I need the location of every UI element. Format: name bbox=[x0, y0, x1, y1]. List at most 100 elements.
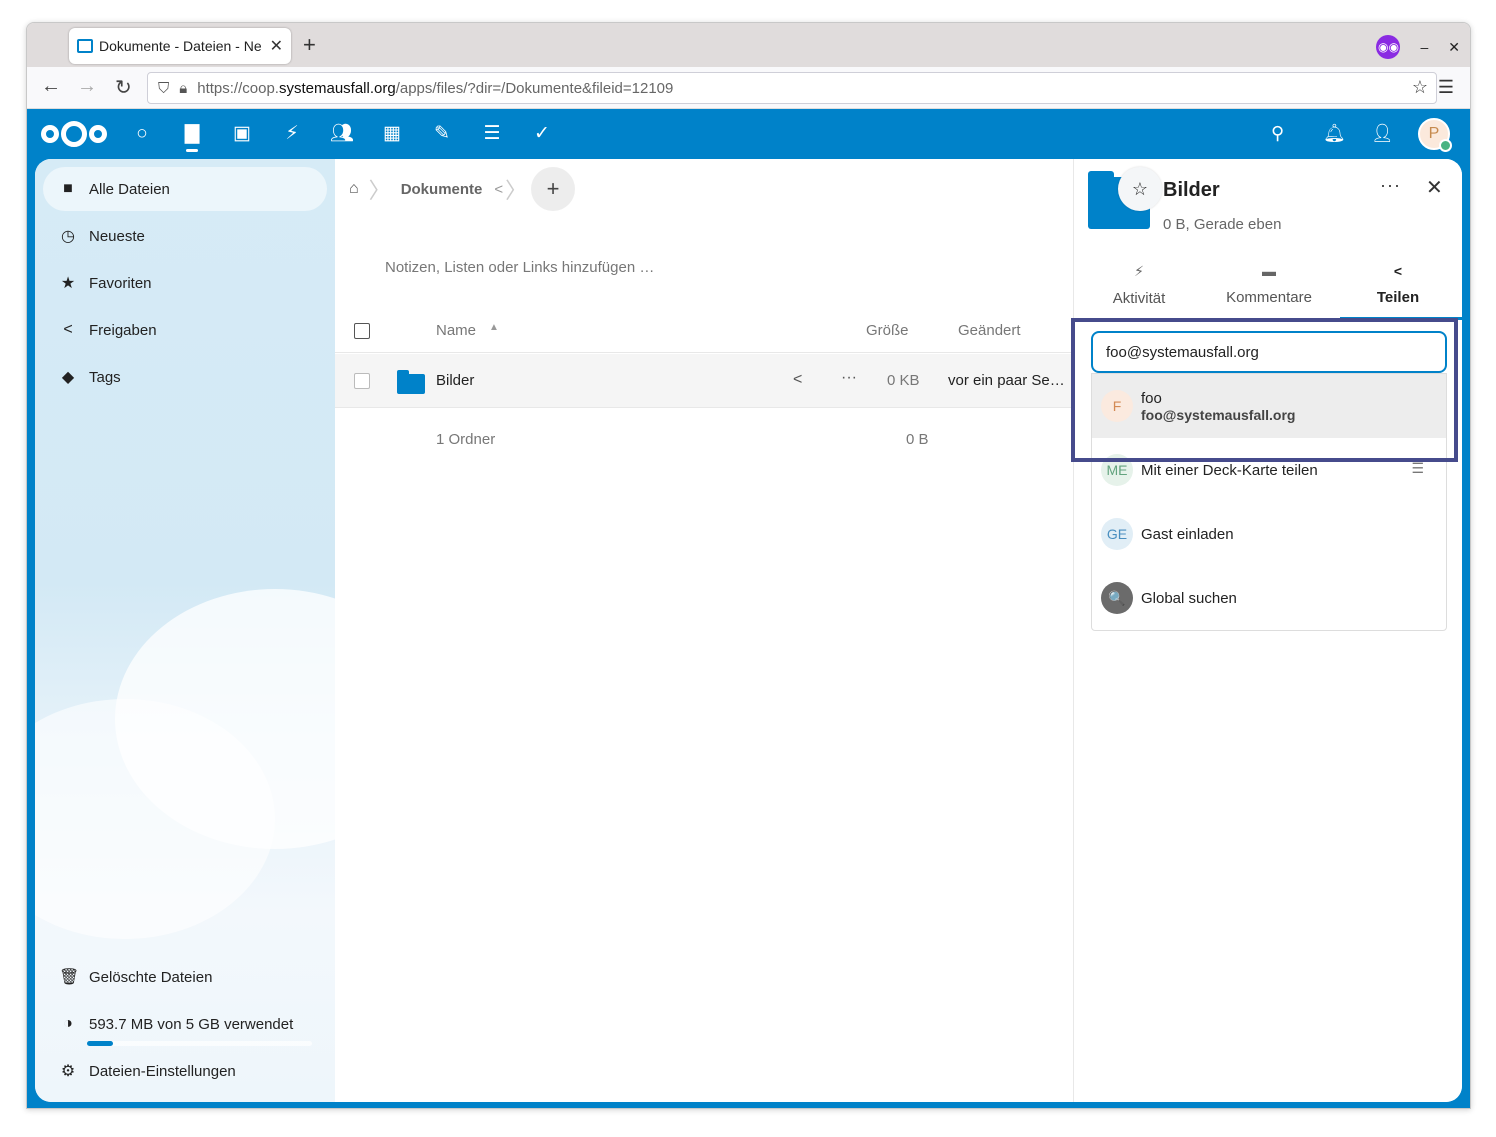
suggestion-label: Global suchen bbox=[1141, 589, 1237, 607]
column-modified[interactable]: Geändert bbox=[958, 322, 1021, 339]
quota-progress-bar bbox=[87, 1041, 312, 1046]
more-actions-icon[interactable]: ··· bbox=[841, 369, 857, 387]
nav-item-tags[interactable]: ◆ Tags bbox=[43, 355, 327, 399]
photos-icon[interactable]: ▣ bbox=[230, 123, 254, 145]
share-icon[interactable]: < bbox=[793, 371, 802, 389]
nav-item-label: Dateien-Einstellungen bbox=[89, 1062, 236, 1080]
summary-count: 1 Ordner bbox=[436, 431, 496, 448]
active-tab-underline bbox=[1340, 317, 1462, 320]
clock-icon: ◷ bbox=[61, 228, 75, 245]
suggestion-user-foo[interactable]: F foo foo@systemausfall.org bbox=[1092, 374, 1446, 438]
tab-label: Teilen bbox=[1376, 289, 1420, 306]
details-subtitle: 0 B, Gerade eben bbox=[1163, 216, 1282, 233]
share-icon[interactable]: < bbox=[494, 181, 503, 198]
contacts-icon[interactable]: 👥︎ bbox=[330, 123, 354, 145]
rich-workspace-placeholder[interactable]: Notizen, Listen oder Links hinzufügen … bbox=[385, 259, 654, 276]
tab-label: Kommentare bbox=[1226, 289, 1312, 306]
breadcrumb-dokumente[interactable]: Dokumente bbox=[401, 181, 483, 198]
share-suggestions-dropdown: F foo foo@systemausfall.org ME Mit einer… bbox=[1091, 373, 1447, 631]
nav-item-label: Tags bbox=[89, 368, 121, 386]
activity-icon: ⚡︎ bbox=[1134, 263, 1144, 279]
reload-icon[interactable]: ↻ bbox=[115, 75, 132, 100]
share-icon: < bbox=[63, 321, 73, 338]
nav-item-files-settings[interactable]: ⚙ Dateien-Einstellungen bbox=[43, 1049, 327, 1093]
new-tab-button[interactable]: + bbox=[303, 33, 316, 57]
contacts-menu-icon[interactable]: 👤︎ bbox=[1371, 123, 1394, 144]
new-file-button[interactable]: + bbox=[531, 167, 575, 211]
tab-activity[interactable]: ⚡︎ Aktivität bbox=[1074, 263, 1204, 307]
nextcloud-favicon-icon bbox=[77, 39, 93, 53]
online-status-icon bbox=[1439, 139, 1452, 152]
quota-item: ◑ 593.7 MB von 5 GB verwendet bbox=[43, 1002, 327, 1046]
suggestion-deck-card[interactable]: ME Mit einer Deck-Karte teilen ☰ bbox=[1092, 438, 1446, 502]
tag-icon: ◆ bbox=[61, 369, 75, 386]
tab-sharing[interactable]: < Teilen bbox=[1333, 263, 1462, 306]
bookmark-star-icon[interactable]: ☆ bbox=[1412, 77, 1428, 98]
calendar-icon[interactable]: ▦ bbox=[380, 123, 404, 145]
nav-item-shares[interactable]: < Freigaben bbox=[43, 308, 327, 352]
quota-pie-icon: ◑ bbox=[63, 1015, 73, 1032]
nav-item-label: Gelöschte Dateien bbox=[89, 968, 213, 986]
dashboard-icon[interactable]: ○ bbox=[130, 123, 154, 145]
suggestion-invite-guest[interactable]: GE Gast einladen bbox=[1092, 502, 1446, 566]
nav-item-recent[interactable]: ◷ Neueste bbox=[43, 214, 327, 258]
deck-avatar: ME bbox=[1101, 454, 1133, 486]
nav-item-label: Favoriten bbox=[89, 274, 152, 292]
share-search-input[interactable]: foo@systemausfall.org bbox=[1091, 331, 1447, 373]
close-sidebar-icon[interactable]: ✕ bbox=[1426, 175, 1443, 200]
search-icon[interactable]: ⚲ bbox=[1271, 123, 1284, 144]
browser-tab[interactable]: Dokumente - Dateien - Ne ✕ bbox=[69, 28, 291, 64]
file-name[interactable]: Bilder bbox=[436, 372, 474, 389]
nav-item-deleted-files[interactable]: 🗑︎ Gelöschte Dateien bbox=[43, 955, 327, 999]
activity-icon[interactable]: ⚡︎ bbox=[280, 123, 304, 145]
suggestion-global-search[interactable]: 🔍 Global suchen bbox=[1092, 566, 1446, 630]
tasks-check-icon[interactable]: ✓ bbox=[530, 123, 554, 145]
user-avatar[interactable]: P bbox=[1418, 118, 1452, 152]
minimize-button[interactable]: – bbox=[1420, 39, 1428, 55]
column-name[interactable]: Name bbox=[436, 322, 476, 339]
column-size[interactable]: Größe bbox=[866, 322, 909, 339]
breadcrumb-separator: 〉 bbox=[505, 178, 528, 203]
close-window-button[interactable]: ✕ bbox=[1448, 39, 1460, 56]
favorite-star-icon[interactable]: ☆ bbox=[1118, 167, 1162, 211]
content-card: ■ Alle Dateien ◷ Neueste ★ Favoriten < F… bbox=[35, 159, 1462, 1102]
tab-strip: Dokumente - Dateien - Ne ✕ + ◉◉ – ✕ bbox=[27, 23, 1470, 67]
file-list-header: Name ▲ Größe Geändert bbox=[335, 309, 1073, 353]
shield-icon: ⛉ bbox=[158, 79, 170, 97]
url-bar[interactable]: ⛉ 🔒︎ https://coop. systemausfall.org/apps… bbox=[147, 72, 1437, 104]
summary-size: 0 B bbox=[906, 431, 929, 448]
folder-icon bbox=[397, 370, 425, 394]
suggestion-label: Mit einer Deck-Karte teilen bbox=[1141, 461, 1318, 479]
back-arrow-icon[interactable]: ← bbox=[41, 75, 61, 98]
quota-progress-fill bbox=[87, 1041, 114, 1046]
nav-item-favorites[interactable]: ★ Favoriten bbox=[43, 261, 327, 305]
notes-pencil-icon[interactable]: ✎ bbox=[430, 123, 454, 145]
deck-icon: ☰ bbox=[1411, 460, 1424, 476]
table-row[interactable]: Bilder < ··· 0 KB vor ein paar Se… bbox=[335, 354, 1073, 408]
tab-title: Dokumente - Dateien - Ne bbox=[99, 38, 262, 54]
tab-close-icon[interactable]: ✕ bbox=[270, 36, 283, 56]
nextcloud-header: ○ ▇ ▣ ⚡︎ 👥︎ ▦ ✎ ☰ ✓ ⚲ 🔔︎ 👤︎ P bbox=[27, 109, 1470, 159]
forward-arrow-icon[interactable]: → bbox=[77, 75, 97, 98]
home-icon[interactable]: ⌂ bbox=[349, 180, 359, 198]
hamburger-menu-icon[interactable]: ☰ bbox=[1438, 77, 1454, 98]
select-all-checkbox[interactable] bbox=[354, 323, 370, 339]
active-app-indicator bbox=[186, 149, 198, 152]
nav-item-label: Freigaben bbox=[89, 321, 157, 339]
nav-item-label: Neueste bbox=[89, 227, 145, 245]
files-app-icon[interactable]: ▇ bbox=[180, 123, 204, 145]
tab-comments[interactable]: ▬ Kommentare bbox=[1204, 263, 1334, 306]
nextcloud-logo-icon[interactable] bbox=[41, 121, 107, 147]
details-sidebar: ☆ Bilder 0 B, Gerade eben ··· ✕ ⚡︎ Aktiv… bbox=[1073, 159, 1462, 1102]
gear-icon: ⚙ bbox=[60, 1063, 76, 1080]
details-title: Bilder bbox=[1163, 179, 1220, 201]
nav-item-all-files[interactable]: ■ Alle Dateien bbox=[43, 167, 327, 211]
avatar-letter: P bbox=[1428, 125, 1440, 142]
suggestion-email: foo@systemausfall.org bbox=[1141, 406, 1296, 423]
row-checkbox[interactable] bbox=[354, 373, 370, 389]
notifications-bell-icon[interactable]: 🔔︎ bbox=[1323, 123, 1346, 144]
deck-icon[interactable]: ☰ bbox=[480, 123, 504, 145]
lock-icon: 🔒︎ bbox=[179, 79, 188, 97]
more-options-icon[interactable]: ··· bbox=[1380, 175, 1401, 196]
app-navigation: ■ Alle Dateien ◷ Neueste ★ Favoriten < F… bbox=[35, 159, 435, 1102]
